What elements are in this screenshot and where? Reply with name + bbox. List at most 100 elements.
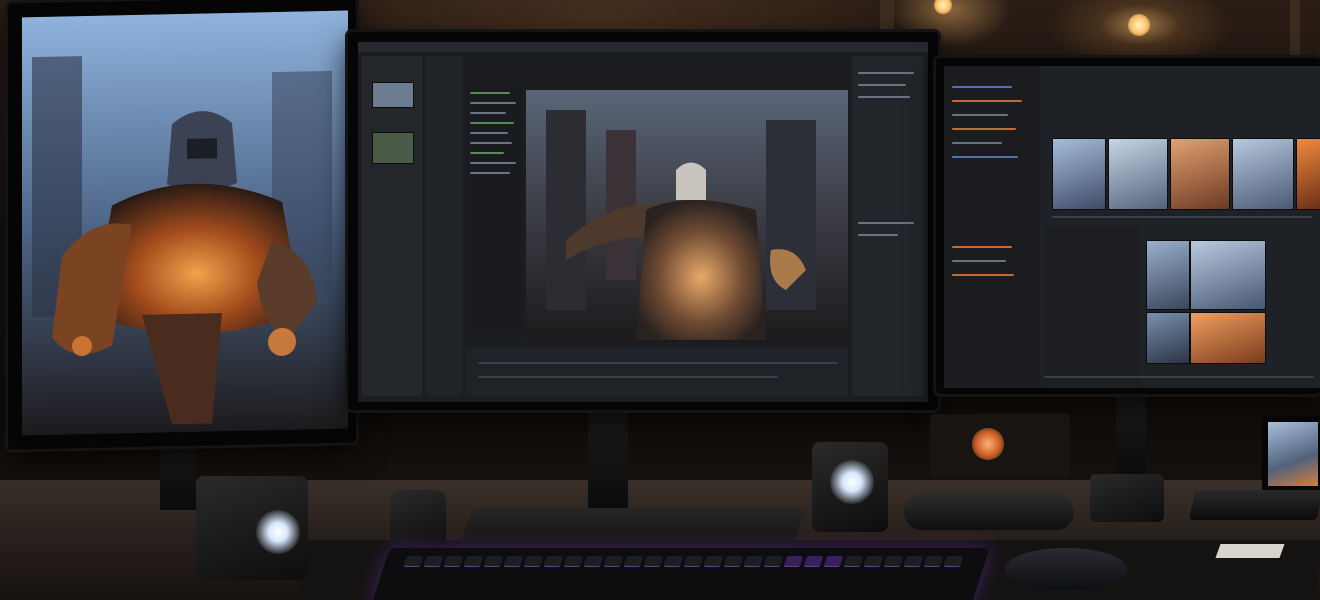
file-browser-list: [1044, 226, 1140, 386]
image-thumbnail: [1232, 138, 1294, 210]
keyboard-key: [643, 556, 664, 566]
ui-text-line: [470, 92, 510, 94]
ui-text-line: [952, 246, 1012, 248]
monitor-stand: [588, 408, 628, 518]
ui-text-line: [952, 260, 1006, 262]
keyboard-key: [943, 556, 964, 566]
ui-text-line: [1044, 376, 1314, 378]
keyboard-key: [463, 556, 484, 566]
mouse: [1005, 548, 1127, 590]
left-speaker: [196, 476, 308, 580]
ui-text-line: [952, 100, 1022, 102]
background-device: [930, 414, 1070, 478]
ui-text-line: [858, 84, 906, 86]
ceiling-light: [934, 0, 952, 14]
editor-left-panel: [426, 56, 462, 396]
image-thumbnail: [1108, 138, 1168, 210]
laptop-screen: [1262, 416, 1320, 492]
ui-text-line: [470, 132, 508, 134]
keyboard-key: [583, 556, 604, 566]
image-thumbnail: [1052, 138, 1106, 210]
ui-text-line: [952, 156, 1018, 158]
keyboard-key: [663, 556, 684, 566]
paper-card: [1215, 544, 1285, 558]
keyboard-key: [623, 556, 644, 566]
ui-text-line: [470, 122, 514, 124]
laptop-screen-artwork: [1268, 422, 1318, 486]
editor-timeline: [466, 348, 848, 396]
editor-viewport-render: [526, 90, 848, 342]
ceiling-light: [1128, 14, 1150, 36]
ui-text-line: [470, 142, 512, 144]
keyboard-key: [563, 556, 584, 566]
keyboard-key: [883, 556, 904, 566]
small-speaker: [1090, 474, 1164, 522]
image-thumbnail: [1190, 312, 1266, 364]
keyboard-key: [403, 556, 424, 566]
ui-text-line: [858, 96, 910, 98]
image-thumbnail: [1296, 138, 1320, 210]
ui-text-line: [470, 152, 504, 154]
image-thumbnail: [1170, 138, 1230, 210]
tool-thumbnail: [372, 132, 414, 164]
tool-thumbnail: [372, 82, 414, 108]
center-monitor-screen: [358, 42, 928, 402]
right-monitor-screen: [944, 66, 1320, 388]
keyboard-key: [683, 556, 704, 566]
monitor-stand: [160, 440, 196, 510]
center-monitor: [348, 32, 938, 410]
speaker-glow-icon: [256, 510, 300, 554]
keyboard-key: [543, 556, 564, 566]
ui-text-line: [952, 128, 1016, 130]
keyboard-key: [843, 556, 864, 566]
keyboard-key: [783, 556, 804, 566]
ui-text-line: [858, 72, 914, 74]
right-monitor: [936, 58, 1320, 394]
ui-text-line: [952, 142, 1002, 144]
keyboard-key: [483, 556, 504, 566]
ui-text-line: [470, 112, 506, 114]
keyboard-key: [763, 556, 784, 566]
keyboard-key: [443, 556, 464, 566]
keyboard-key: [703, 556, 724, 566]
ui-text-line: [1052, 216, 1312, 218]
right-speaker: [812, 442, 888, 532]
ui-text-line: [952, 86, 1012, 88]
keyboard-key: [923, 556, 944, 566]
keyboard-key: [803, 556, 824, 566]
image-thumbnail: [1146, 240, 1190, 310]
ui-text-line: [858, 234, 898, 236]
monitor-stand: [1116, 392, 1146, 482]
image-thumbnail: [1146, 312, 1190, 364]
desk-mic-device: [390, 490, 446, 550]
ui-text-line: [952, 274, 1014, 276]
keyboard-key: [903, 556, 924, 566]
ui-text-line: [470, 102, 516, 104]
keyboard-key: [823, 556, 844, 566]
gamepad: [904, 494, 1074, 530]
ui-text-line: [952, 114, 1008, 116]
laptop-base: [1188, 490, 1320, 520]
left-monitor-screen: [22, 10, 348, 436]
keyboard-key: [863, 556, 884, 566]
keyboard-key: [423, 556, 444, 566]
keyboard-key: [603, 556, 624, 566]
keyboard-key: [723, 556, 744, 566]
ui-text-line: [470, 172, 510, 174]
keyboard-key: [743, 556, 764, 566]
keyboard-key: [503, 556, 524, 566]
rgb-keyboard: [370, 548, 990, 600]
orange-light-icon: [972, 428, 1004, 460]
desk-photo-scene: [0, 0, 1320, 600]
ui-text-line: [478, 376, 778, 378]
keyboard-key: [523, 556, 544, 566]
editor-menu-bar: [358, 42, 928, 52]
left-monitor: [8, 0, 356, 450]
ui-text-line: [858, 222, 914, 224]
editor-properties-panel: [852, 56, 924, 396]
speaker-glow-icon: [830, 460, 874, 504]
ui-text-line: [470, 162, 516, 164]
ui-text-line: [478, 362, 838, 364]
image-thumbnail: [1190, 240, 1266, 310]
laptop: [1188, 416, 1320, 528]
